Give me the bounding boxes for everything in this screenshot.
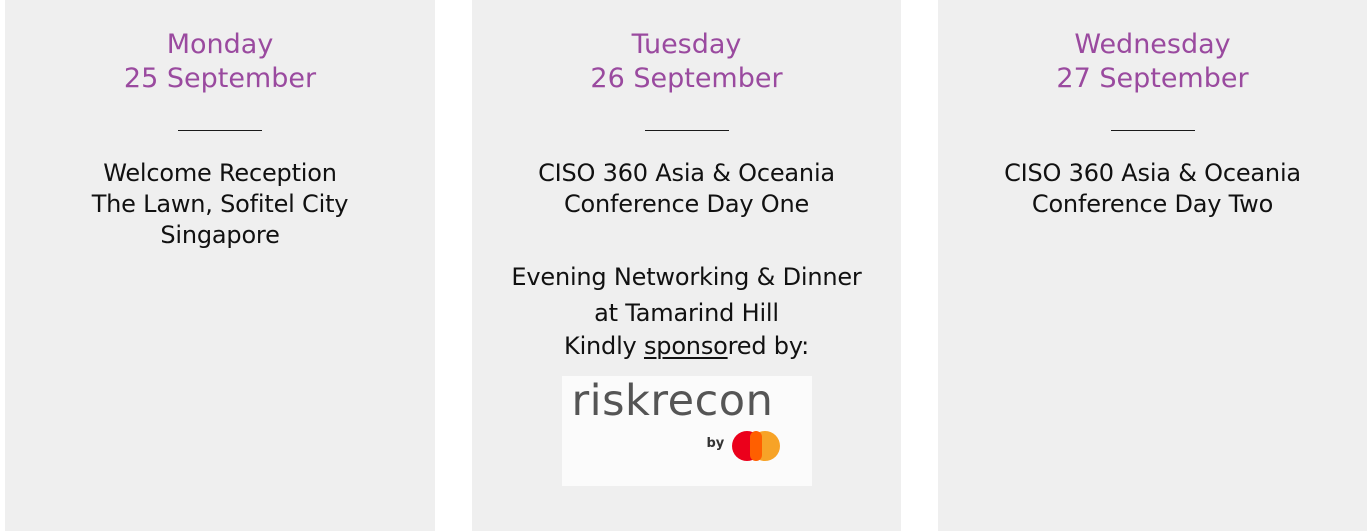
day-date: 27 September — [1056, 63, 1249, 94]
event-line: Conference Day Two — [1031, 190, 1274, 218]
event-line: The Lawn, Sofitel City — [91, 190, 349, 218]
mastercard-logo-icon-overlap — [749, 431, 762, 461]
divider — [1110, 130, 1195, 131]
sponsor-logo-by: by — [706, 436, 725, 451]
divider — [644, 130, 729, 131]
sponsor-prefix: Kindly — [564, 332, 644, 360]
evening-line: Evening Networking & Dinner — [511, 263, 862, 291]
sponsor-underlined: sponso — [643, 332, 728, 360]
event-line: Conference Day One — [563, 190, 810, 218]
divider — [178, 130, 262, 131]
event-line: CISO 360 Asia & Oceania — [1004, 159, 1301, 187]
evening-line: at Tamarind Hill — [594, 299, 779, 327]
sponsor-logo-word: riskrecon — [571, 376, 774, 426]
event-line: Singapore — [160, 221, 280, 249]
sponsor-logo: riskrecon by — [561, 376, 812, 486]
day-name: Wednesday — [1074, 29, 1231, 60]
event-line: CISO 360 Asia & Oceania — [538, 159, 835, 187]
day-card-monday: Monday 25 September Welcome Reception Th… — [5, 0, 435, 531]
day-name: Tuesday — [631, 29, 742, 60]
sponsor-line: Kindly sponsored by: — [472, 331, 901, 362]
day-date: 26 September — [590, 63, 783, 94]
sponsor-suffix: red by: — [727, 332, 810, 360]
day-card-wednesday: Wednesday 27 September CISO 360 Asia & O… — [938, 0, 1367, 531]
day-card-tuesday: Tuesday 26 September CISO 360 Asia & Oce… — [472, 0, 901, 531]
day-name: Monday — [166, 29, 274, 60]
event-line: Welcome Reception — [103, 159, 337, 187]
day-date: 25 September — [123, 63, 317, 94]
